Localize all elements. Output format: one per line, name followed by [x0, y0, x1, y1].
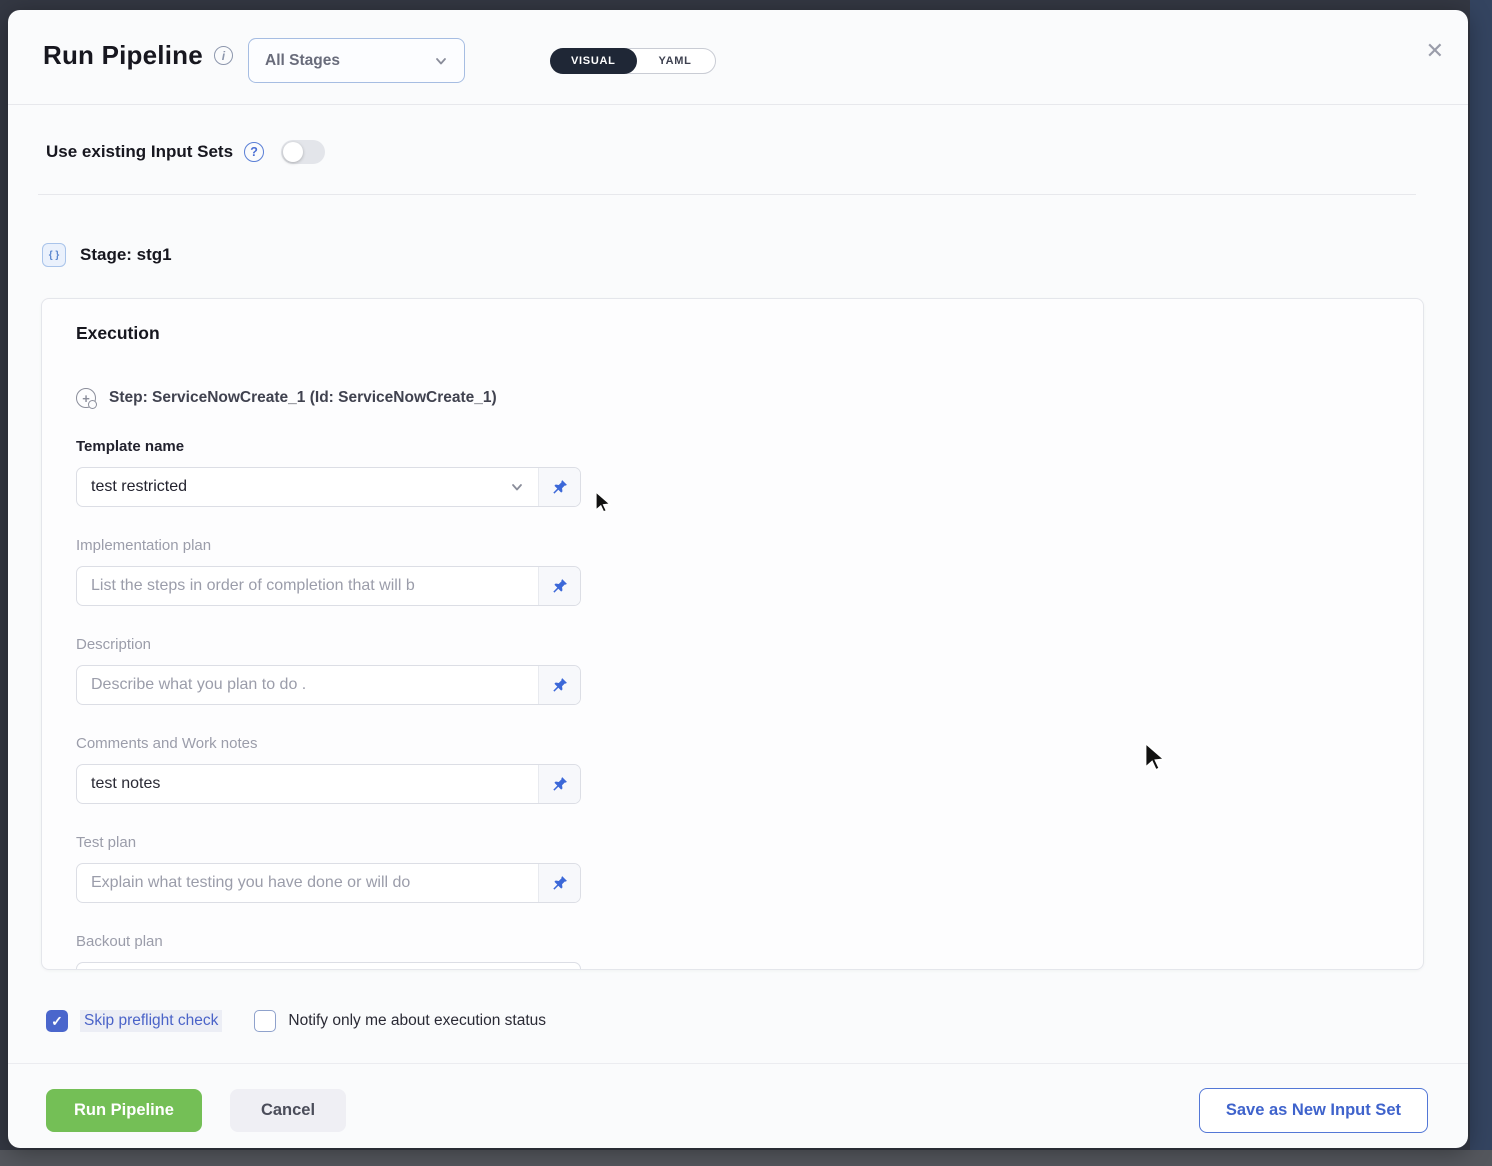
stage-selector-dropdown[interactable]: All Stages [248, 38, 465, 83]
input-sets-toggle[interactable] [281, 140, 325, 164]
execution-title: Execution [76, 323, 1389, 344]
field-comments-work-notes: Comments and Work notes [76, 735, 1389, 804]
field-backout-plan: Backout plan [76, 933, 1389, 970]
info-icon[interactable]: i [214, 46, 233, 65]
visual-yaml-toggle: VISUAL YAML [550, 48, 716, 74]
input-sets-row: Use existing Input Sets ? [46, 140, 325, 164]
preflight-options-row: ✓ Skip preflight check Notify only me ab… [46, 1010, 546, 1032]
pin-icon[interactable] [538, 765, 580, 803]
checkbox-checked-icon[interactable]: ✓ [46, 1010, 68, 1032]
template-name-value: test restricted [91, 478, 502, 496]
page-title: Run Pipeline [43, 40, 203, 71]
checkbox-unchecked-icon[interactable] [254, 1010, 276, 1032]
field-label: Description [76, 636, 1389, 653]
modal-header: Run Pipeline i All Stages VISUAL YAML ✕ [8, 10, 1468, 105]
run-pipeline-modal: Run Pipeline i All Stages VISUAL YAML ✕ … [8, 10, 1468, 1148]
comments-input[interactable] [91, 775, 524, 793]
field-test-plan: Test plan [76, 834, 1389, 903]
background-bottom-strip [0, 1150, 1492, 1166]
cancel-button[interactable]: Cancel [230, 1089, 346, 1132]
notify-only-me-label: Notify only me about execution status [288, 1012, 546, 1030]
pin-icon[interactable] [538, 567, 580, 605]
input-main [77, 765, 538, 803]
step-title: Step: ServiceNowCreate_1 (Id: ServiceNow… [109, 389, 497, 407]
tab-visual[interactable]: VISUAL [550, 48, 637, 74]
tab-yaml[interactable]: YAML [636, 49, 715, 73]
description-group [76, 665, 581, 705]
implementation-plan-input[interactable] [91, 577, 524, 595]
template-name-group: test restricted [76, 467, 581, 507]
test-plan-input[interactable] [91, 874, 524, 892]
field-label: Template name [76, 438, 1389, 455]
input-main [77, 666, 538, 704]
field-label: Implementation plan [76, 537, 1389, 554]
chevron-down-icon [434, 54, 448, 68]
field-description: Description [76, 636, 1389, 705]
footer-divider [8, 1063, 1468, 1064]
background-right-strip [1470, 0, 1492, 1166]
pin-icon[interactable] [538, 864, 580, 902]
pin-icon[interactable] [538, 468, 580, 506]
pin-icon[interactable] [538, 666, 580, 704]
input-main [77, 963, 580, 970]
stage-selector-value: All Stages [265, 52, 426, 70]
comments-group [76, 764, 581, 804]
save-as-new-input-set-button[interactable]: Save as New Input Set [1199, 1088, 1428, 1133]
test-plan-group [76, 863, 581, 903]
field-template-name: Template name test restricted [76, 438, 1389, 507]
field-label: Test plan [76, 834, 1389, 851]
skip-preflight-label: Skip preflight check [80, 1010, 222, 1032]
close-icon[interactable]: ✕ [1426, 40, 1444, 62]
description-input[interactable] [91, 676, 524, 694]
custom-stage-icon: { } [42, 243, 66, 267]
input-main [77, 567, 538, 605]
field-implementation-plan: Implementation plan [76, 537, 1389, 606]
input-sets-label: Use existing Input Sets [46, 142, 233, 162]
implementation-plan-group [76, 566, 581, 606]
toggle-knob [283, 142, 303, 162]
stage-title: Stage: stg1 [80, 245, 172, 265]
footer-buttons: Run Pipeline Cancel Save as New Input Se… [46, 1088, 1428, 1133]
step-row: + Step: ServiceNowCreate_1 (Id: ServiceN… [76, 388, 1389, 408]
skip-preflight-checkbox[interactable]: ✓ Skip preflight check [46, 1010, 222, 1032]
backout-plan-group [76, 962, 581, 970]
chevron-down-icon [510, 480, 524, 494]
input-main [77, 864, 538, 902]
run-pipeline-button[interactable]: Run Pipeline [46, 1089, 202, 1132]
step-icon: + [76, 388, 96, 408]
field-label: Backout plan [76, 933, 1389, 950]
field-label: Comments and Work notes [76, 735, 1389, 752]
stage-row: { } Stage: stg1 [42, 243, 172, 267]
execution-inner: Execution + Step: ServiceNowCreate_1 (Id… [42, 299, 1423, 970]
template-name-select[interactable]: test restricted [77, 468, 538, 506]
notify-only-me-checkbox[interactable]: Notify only me about execution status [254, 1010, 546, 1032]
title-wrap: Run Pipeline i [43, 40, 233, 71]
help-icon[interactable]: ? [244, 142, 264, 162]
execution-card: Execution + Step: ServiceNowCreate_1 (Id… [41, 298, 1424, 970]
header-divider [38, 194, 1416, 195]
